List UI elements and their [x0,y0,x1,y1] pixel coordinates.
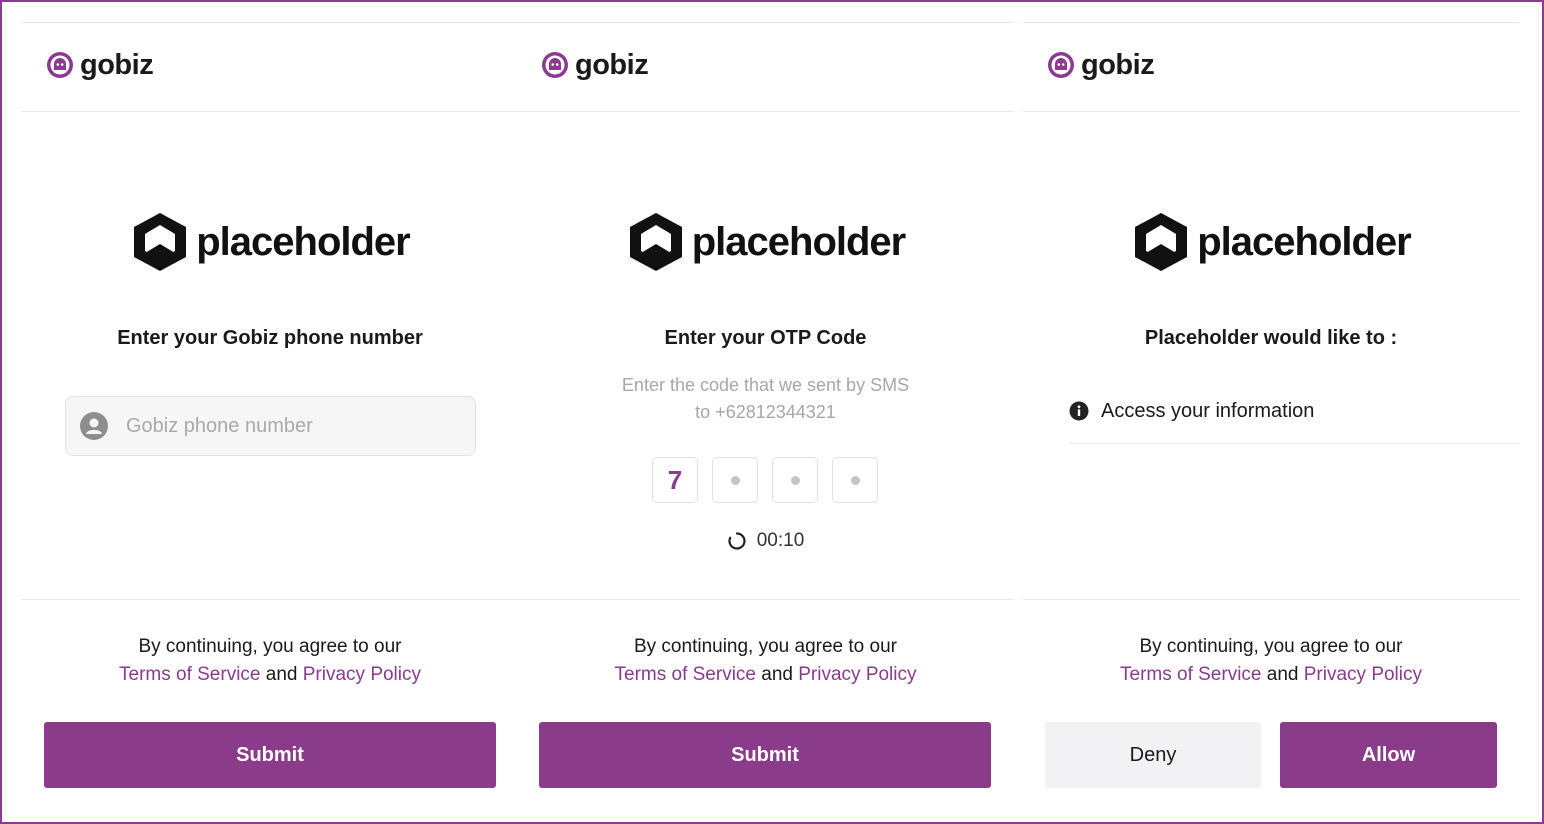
consent-line: By continuing, you agree to our [138,636,402,657]
submit-button[interactable]: Submit [44,722,496,788]
consent-and: and [761,664,793,685]
terms-of-service-link[interactable]: Terms of Service [615,664,756,685]
otp-digit-4[interactable] [832,457,878,503]
brand-name: gobiz [1081,49,1155,81]
consent-line: By continuing, you agree to our [633,636,897,657]
app-logo-text: placeholder [1197,220,1412,264]
brand-name: gobiz [80,49,154,81]
gobiz-logo-icon [47,52,73,78]
divider [22,599,518,600]
phone-number-input[interactable] [126,414,456,438]
user-icon [80,412,108,440]
otp-instructions-line: Enter the code that we sent by SMS [621,375,910,395]
page-title: Enter your Gobiz phone number [117,327,423,349]
divider [517,111,1014,112]
consent-and: and [265,664,298,685]
app-logo: placeholder [517,211,1014,273]
consent-panel: gobiz placeholder Placeholder would like… [1023,22,1519,818]
empty-digit-dot [850,475,860,485]
app-logo-text: placeholder [196,220,411,264]
app-logo-text: placeholder [691,220,907,264]
consent-and: and [1266,664,1299,685]
privacy-policy-link[interactable]: Privacy Policy [303,664,421,685]
app-logo: placeholder [22,211,518,273]
consent-text: By continuing, you agree to our Terms of… [1023,633,1519,689]
consent-links: Terms of Service and Privacy Policy [22,661,518,689]
phone-number-field[interactable] [65,396,476,456]
otp-panel: gobiz placeholder Enter your OTP Code En… [517,22,1014,818]
brand-header: gobiz [541,49,649,81]
privacy-policy-link[interactable]: Privacy Policy [1304,664,1422,685]
otp-instructions: Enter the code that we sent by SMS to +6… [517,372,1014,426]
divider [517,599,1014,600]
info-icon [1069,401,1089,421]
consent-links: Terms of Service and Privacy Policy [517,661,1014,689]
otp-digit-3[interactable] [772,457,818,503]
divider [22,22,518,23]
consent-line: By continuing, you agree to our [1139,636,1403,657]
otp-phone-line: to +62812344321 [695,402,836,422]
divider [517,22,1014,23]
terms-of-service-link[interactable]: Terms of Service [1120,664,1261,685]
app-logo: placeholder [1023,211,1519,273]
consent-text: By continuing, you agree to our Terms of… [22,633,518,689]
hexagon-logo-icon [134,213,187,271]
deny-button[interactable]: Deny [1045,722,1261,788]
allow-button[interactable]: Allow [1280,722,1497,788]
consent-text: By continuing, you agree to our Terms of… [517,633,1014,689]
terms-of-service-link[interactable]: Terms of Service [119,664,260,685]
brand-header: gobiz [1047,49,1155,81]
otp-digit-2[interactable] [712,457,758,503]
permission-item: Access your information [1069,398,1519,444]
resend-timer: 00:10 [517,530,1014,552]
page-title: Enter your OTP Code [664,327,867,349]
hexagon-logo-icon [1135,213,1188,271]
divider [1023,111,1519,112]
refresh-icon [728,532,746,550]
submit-button[interactable]: Submit [539,722,991,788]
empty-digit-dot [790,475,800,485]
gobiz-logo-icon [542,52,568,78]
consent-links: Terms of Service and Privacy Policy [1023,661,1519,689]
divider [1023,22,1519,23]
divider [1023,599,1519,600]
timer-value: 00:10 [756,530,805,551]
phone-login-panel: gobiz placeholder Enter your Gobiz phone… [22,22,518,818]
gobiz-logo-icon [1048,52,1074,78]
otp-input-group: 7 [652,457,878,503]
brand-name: gobiz [575,49,649,81]
privacy-policy-link[interactable]: Privacy Policy [798,664,916,685]
page-title: Placeholder would like to : [1144,327,1398,349]
permission-label: Access your information [1101,400,1315,422]
screenshot-frame: gobiz placeholder Enter your Gobiz phone… [0,0,1544,824]
brand-header: gobiz [46,49,154,81]
divider [22,111,518,112]
empty-digit-dot [730,475,740,485]
otp-digit-1[interactable]: 7 [652,457,698,503]
hexagon-logo-icon [629,213,682,271]
